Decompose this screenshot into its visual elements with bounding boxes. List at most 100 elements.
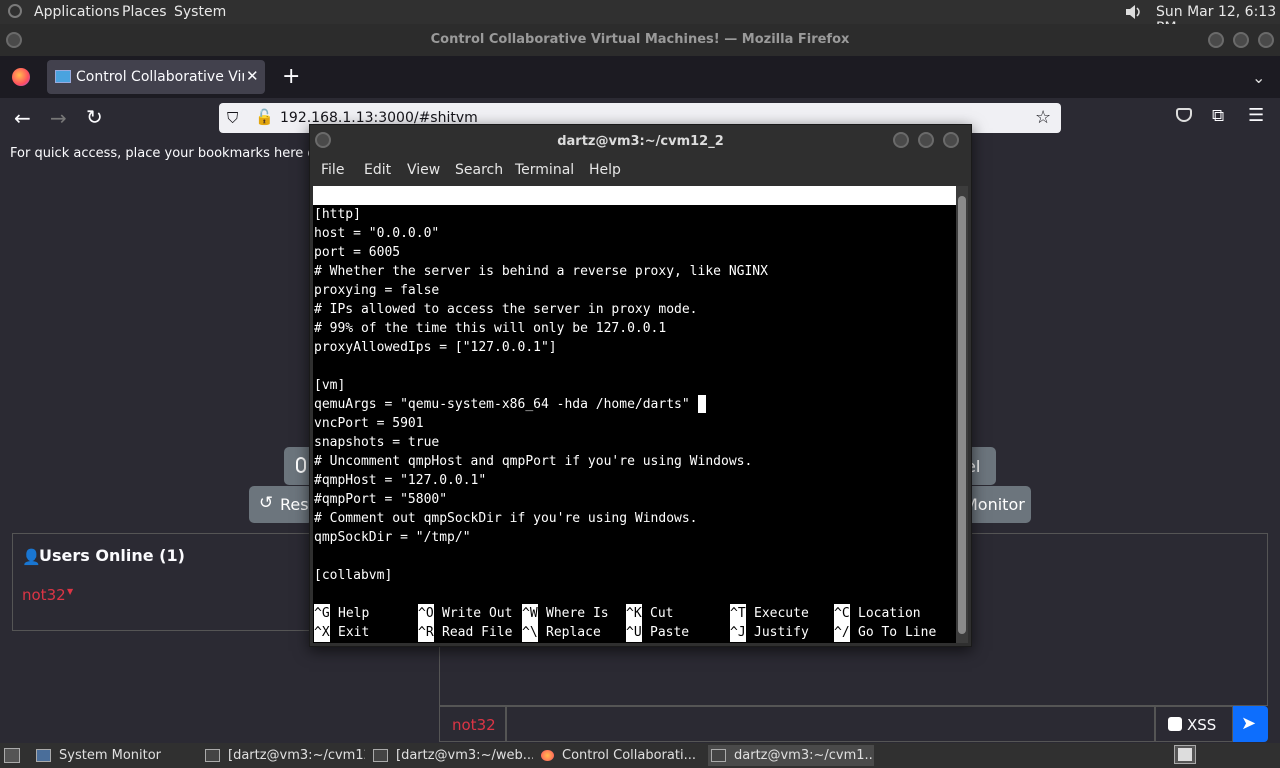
terminal-menu-view[interactable]: View xyxy=(407,162,440,178)
volume-icon[interactable] xyxy=(1124,3,1144,21)
nano-line[interactable]: #qmpPort = "5800" xyxy=(314,490,447,509)
xss-label: XSS xyxy=(1187,716,1217,734)
back-icon[interactable]: ← xyxy=(14,106,31,130)
nano-line[interactable]: vncPort = 5901 xyxy=(314,414,424,433)
workspace-1[interactable] xyxy=(1178,748,1192,761)
nano-shortcut-label: Go To Line xyxy=(858,625,937,640)
terminal-icon xyxy=(373,749,388,762)
terminal-scrollbar[interactable] xyxy=(956,186,968,643)
chevron-down-icon[interactable]: ⌄ xyxy=(1252,68,1265,87)
maximize-button[interactable] xyxy=(1233,32,1249,48)
menu-hamburger-icon[interactable]: ☰ xyxy=(1248,105,1264,126)
taskbar: System Monitor [dartz@vm3:~/cvm12] [dart… xyxy=(0,743,1280,768)
nano-line[interactable]: # Uncomment qmpHost and qmpPort if you'r… xyxy=(314,452,752,471)
nano-line[interactable]: proxyAllowedIps = ["127.0.0.1"] xyxy=(314,338,557,357)
taskbar-item-terminal-active[interactable]: dartz@vm3:~/cvm1... xyxy=(708,745,874,766)
xss-toggle[interactable]: XSS xyxy=(1155,706,1233,742)
mouse-icon xyxy=(296,457,306,473)
terminal-menu-file[interactable]: File xyxy=(321,162,344,178)
nano-line[interactable]: qemuArgs = "qemu-system-x86_64 -hda /hom… xyxy=(314,395,690,414)
close-window-button[interactable] xyxy=(1258,32,1274,48)
firefox-icon[interactable] xyxy=(12,68,30,86)
nano-line[interactable]: qmpSockDir = "/tmp/" xyxy=(314,528,471,547)
nano-shortcut-key: ^R xyxy=(418,623,434,642)
monitor-button[interactable]: Monitor xyxy=(962,486,1031,523)
user-list-item[interactable]: not32 xyxy=(22,586,66,604)
nano-shortcut-label: Write Out xyxy=(442,606,513,621)
chat-username: not32 xyxy=(452,716,496,734)
show-desktop-icon[interactable] xyxy=(4,748,20,763)
bookmark-star-icon[interactable]: ☆ xyxy=(1035,107,1051,128)
nano-shortcut-label: Read File xyxy=(442,625,513,640)
workspace-switcher[interactable] xyxy=(1174,745,1196,764)
terminal-menu-help[interactable]: Help xyxy=(589,162,621,178)
taskbar-item-terminal-cvm12[interactable]: [dartz@vm3:~/cvm12] xyxy=(205,745,365,766)
nano-line[interactable]: # 99% of the time this will only be 127.… xyxy=(314,319,666,338)
terminal-minimize-button[interactable] xyxy=(893,132,909,148)
nano-shortcut-label: Where Is xyxy=(546,606,609,621)
gnome-foot-icon[interactable] xyxy=(8,4,22,18)
users-online-title: Users Online (1) xyxy=(39,546,185,565)
nano-line[interactable]: [vm] xyxy=(314,376,345,395)
nano-shortcut-key: ^T xyxy=(730,604,746,623)
close-tab-icon[interactable]: ✕ xyxy=(246,67,259,85)
new-tab-button[interactable]: + xyxy=(282,64,300,89)
nano-line[interactable]: [collabvm] xyxy=(314,566,392,585)
shield-icon[interactable]: ⛉ xyxy=(227,109,238,127)
nano-shortcut-key: ^X xyxy=(314,623,330,642)
terminal-screen[interactable]: GNU nano 7.2 config.toml Modified [http]… xyxy=(313,186,956,643)
terminal-scrollbar-thumb[interactable] xyxy=(958,196,966,634)
terminal-menu-edit[interactable]: Edit xyxy=(364,162,391,178)
user-dropdown-caret-icon[interactable]: ▼ xyxy=(67,587,73,596)
nano-line[interactable]: # Whether the server is behind a reverse… xyxy=(314,262,768,281)
tab-title: Control Collaborative Virtual Machines! xyxy=(76,69,244,85)
nano-shortcut-label: Paste xyxy=(650,625,690,640)
terminal-menu-terminal[interactable]: Terminal xyxy=(515,162,574,178)
taskbar-item-label: [dartz@vm3:~/cvm12] xyxy=(228,748,365,763)
nano-line[interactable]: # Comment out qmpSockDir if you're using… xyxy=(314,509,698,528)
extensions-icon[interactable]: ⧉ xyxy=(1212,106,1224,126)
monitor-button-label: Monitor xyxy=(964,495,1025,514)
taskbar-item-label: [dartz@vm3:~/web... xyxy=(396,748,533,763)
nano-line[interactable]: snapshots = true xyxy=(314,433,439,452)
terminal-menu-search[interactable]: Search xyxy=(455,162,503,178)
restore-button[interactable]: ↺ Rest xyxy=(249,486,315,523)
nano-line[interactable]: host = "0.0.0.0" xyxy=(314,224,439,243)
minimize-button[interactable] xyxy=(1208,32,1224,48)
insecure-lock-icon[interactable]: 🔓 xyxy=(255,108,274,126)
reload-icon[interactable]: ↻ xyxy=(86,105,103,129)
nano-shortcut-key: ^W xyxy=(522,604,538,623)
menu-system[interactable]: System xyxy=(174,4,226,20)
taskbar-item-firefox[interactable]: Control Collaborati... xyxy=(541,745,701,766)
nano-status: Modified xyxy=(874,245,937,260)
pocket-icon[interactable] xyxy=(1176,108,1192,122)
text-cursor xyxy=(698,395,706,413)
tab-active[interactable]: Control Collaborative Virtual Machines! … xyxy=(47,60,265,94)
nano-shortcut-key: ^G xyxy=(314,604,330,623)
terminal-window: dartz@vm3:~/cvm12_2 File Edit View Searc… xyxy=(309,124,972,647)
nano-line[interactable]: port = 6005 xyxy=(314,243,400,262)
nano-shortcut-label: Help xyxy=(338,606,370,621)
chat-input[interactable] xyxy=(506,706,1155,742)
nano-shortcut-label: Exit xyxy=(338,625,370,640)
terminal-maximize-button[interactable] xyxy=(918,132,934,148)
taskbar-item-label: System Monitor xyxy=(59,748,162,763)
bookmarks-hint: For quick access, place your bookmarks h… xyxy=(10,146,350,161)
system-monitor-icon xyxy=(36,749,51,762)
nano-line[interactable]: [http] xyxy=(314,205,361,224)
nano-shortcut-label: Cut xyxy=(650,606,674,621)
nano-line[interactable]: # IPs allowed to access the server in pr… xyxy=(314,300,698,319)
nano-line[interactable]: proxying = false xyxy=(314,281,439,300)
taskbar-item-terminal-web[interactable]: [dartz@vm3:~/web... xyxy=(373,745,533,766)
menu-applications[interactable]: Applications xyxy=(34,4,120,20)
send-button[interactable]: ➤ xyxy=(1233,706,1268,742)
xss-checkbox[interactable] xyxy=(1168,717,1182,731)
nano-shortcut-label: Execute xyxy=(754,606,809,621)
menu-places[interactable]: Places xyxy=(122,4,167,20)
forward-icon[interactable]: → xyxy=(50,106,67,130)
terminal-close-button[interactable] xyxy=(943,132,959,148)
taskbar-item-system-monitor[interactable]: System Monitor xyxy=(36,745,196,766)
undo-icon: ↺ xyxy=(259,493,274,513)
nano-line[interactable]: #qmpHost = "127.0.0.1" xyxy=(314,471,486,490)
terminal-titlebar: dartz@vm3:~/cvm12_2 xyxy=(310,125,971,157)
